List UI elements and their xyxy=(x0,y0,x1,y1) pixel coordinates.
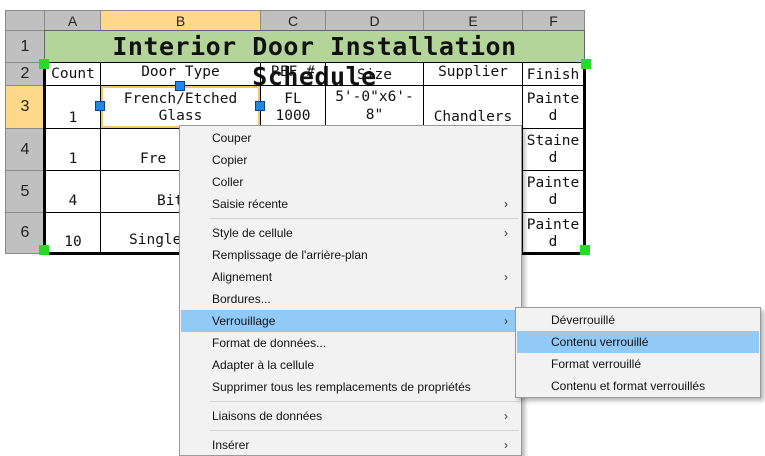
menu-item-label: Couper xyxy=(212,131,252,145)
chevron-right-icon: › xyxy=(504,197,508,211)
cell-a3[interactable]: 1 xyxy=(46,110,100,127)
cell-f5-line1[interactable]: Painte xyxy=(523,175,583,192)
menu-item-adapter[interactable]: Adapter à la cellule xyxy=(181,354,520,376)
cell-f6-line2[interactable]: d xyxy=(523,234,583,252)
submenu-item-contenu-verrouille[interactable]: Contenu verrouillé xyxy=(517,331,759,353)
menu-item-label: Format de données... xyxy=(212,336,327,350)
menu-item-label: Remplissage de l'arrière-plan xyxy=(212,248,368,262)
menu-item-copier[interactable]: Copier xyxy=(181,149,520,171)
submenu-item-contenu-et-format[interactable]: Contenu et format verrouillés xyxy=(517,375,759,397)
menu-separator xyxy=(210,218,519,219)
menu-item-style-de-cellule[interactable]: Style de cellule › xyxy=(181,222,520,244)
menu-item-saisie-recente[interactable]: Saisie récente › xyxy=(181,193,520,215)
select-all-corner[interactable] xyxy=(5,10,45,31)
header-door-type[interactable]: Door Type xyxy=(101,64,260,81)
cell-c3-line2[interactable]: 1000 xyxy=(261,108,325,126)
table-grip-bottom-right[interactable] xyxy=(580,245,590,255)
menu-item-inserer[interactable]: Insérer › xyxy=(181,434,520,456)
menu-item-alignement[interactable]: Alignement › xyxy=(181,266,520,288)
cell-f5-line2[interactable]: d xyxy=(523,192,583,210)
column-header-b[interactable]: B xyxy=(100,10,261,31)
header-ref[interactable]: REF # xyxy=(261,64,325,81)
cell-f4-line2[interactable]: d xyxy=(523,150,583,168)
menu-item-label: Saisie récente xyxy=(212,197,289,211)
column-header-c[interactable]: C xyxy=(260,10,326,31)
menu-item-label: Verrouillage xyxy=(212,314,276,328)
cell-a6[interactable]: 10 xyxy=(46,234,100,251)
menu-item-label: Coller xyxy=(212,175,244,189)
cell-a4[interactable]: 1 xyxy=(46,151,100,168)
menu-item-bordures[interactable]: Bordures... xyxy=(181,288,520,310)
table-grip-top-left[interactable] xyxy=(39,59,49,69)
menu-item-liaisons-de-donnees[interactable]: Liaisons de données › xyxy=(181,405,520,427)
table-title: Interior Door Installation Schedule xyxy=(112,32,517,91)
table-grip-top-right[interactable] xyxy=(581,59,591,69)
column-header-a[interactable]: A xyxy=(44,10,101,31)
submenu-item-deverrouille[interactable]: Déverrouillé xyxy=(517,309,759,331)
menu-item-label: Copier xyxy=(212,153,248,167)
cell-d3-line1[interactable]: 5'-0"x6'- xyxy=(326,89,423,106)
table-grip-bottom-left[interactable] xyxy=(39,245,49,255)
menu-item-label: Bordures... xyxy=(212,292,271,306)
menu-item-label: Liaisons de données xyxy=(212,409,323,423)
chevron-right-icon: › xyxy=(504,409,508,423)
cell-f3-line1[interactable]: Painte xyxy=(523,91,583,108)
cell-f3-line2[interactable]: d xyxy=(523,108,583,126)
table-right-border xyxy=(583,62,586,254)
menu-item-supprimer-remplacements[interactable]: Supprimer tous les remplacements de prop… xyxy=(181,376,520,398)
menu-item-label: Style de cellule xyxy=(212,226,293,240)
column-header-f[interactable]: F xyxy=(522,10,585,31)
context-menu: Couper Copier Coller Saisie récente › Sty… xyxy=(179,125,522,456)
row-header-4[interactable]: 4 xyxy=(5,128,45,171)
column-header-d[interactable]: D xyxy=(325,10,424,31)
cell-c3-line1[interactable]: FL xyxy=(261,91,325,108)
cell-b4[interactable]: Fre xyxy=(140,151,180,168)
menu-separator xyxy=(210,401,519,402)
submenu-item-format-verrouille[interactable]: Format verrouillé xyxy=(517,353,759,375)
chevron-right-icon: › xyxy=(504,438,508,452)
menu-item-remplissage[interactable]: Remplissage de l'arrière-plan xyxy=(181,244,520,266)
header-supplier[interactable]: Supplier xyxy=(424,64,522,81)
cell-grip-left[interactable] xyxy=(95,101,105,111)
cell-f6-line1[interactable]: Painte xyxy=(523,217,583,234)
row-header-5[interactable]: 5 xyxy=(5,170,45,213)
cell-d3-line2[interactable]: 8" xyxy=(326,107,423,126)
column-header-e[interactable]: E xyxy=(423,10,523,31)
grid-line xyxy=(44,62,585,63)
lock-submenu: Déverrouillé Contenu verrouillé Format v… xyxy=(515,307,761,398)
menu-item-verrouillage[interactable]: Verrouillage › xyxy=(181,310,520,332)
menu-item-couper[interactable]: Couper xyxy=(181,127,520,149)
cell-grip-top[interactable] xyxy=(175,81,185,91)
header-finish[interactable]: Finish xyxy=(523,67,583,84)
cell-b3-line2: Glass xyxy=(158,108,203,124)
header-size[interactable]: Size xyxy=(326,67,423,84)
row-header-3[interactable]: 3 xyxy=(5,85,45,129)
chevron-right-icon: › xyxy=(504,226,508,240)
menu-item-coller[interactable]: Coller xyxy=(181,171,520,193)
cell-f4-line1[interactable]: Staine xyxy=(523,133,583,150)
chevron-right-icon: › xyxy=(504,314,508,328)
cell-grip-right[interactable] xyxy=(255,101,265,111)
menu-separator xyxy=(210,430,519,431)
header-count[interactable]: Count xyxy=(46,66,100,83)
menu-item-format-de-donnees[interactable]: Format de données... xyxy=(181,332,520,354)
cell-a5[interactable]: 4 xyxy=(46,193,100,210)
menu-item-label: Alignement xyxy=(212,270,273,284)
chevron-right-icon: › xyxy=(504,270,508,284)
cell-b3-line1: French/Etched xyxy=(123,91,238,107)
menu-item-label: Insérer xyxy=(212,438,250,452)
menu-item-label: Supprimer tous les remplacements de prop… xyxy=(212,380,471,394)
menu-item-label: Adapter à la cellule xyxy=(212,358,315,372)
